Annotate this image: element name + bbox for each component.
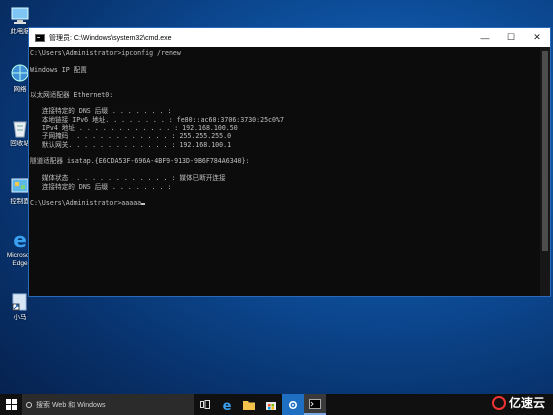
search-placeholder: 搜索 Web 和 Windows <box>36 401 106 409</box>
watermark-text: 亿速云 <box>508 396 545 410</box>
console-prompt-line[interactable]: C:\Users\Administrator>aaaaa <box>30 199 540 207</box>
console-line: 本地链接 IPv6 地址. . . . . . . . : fe80::ac60… <box>30 115 284 124</box>
console-line: 连接特定的 DNS 后缀 . . . . . . . : <box>30 182 172 191</box>
console-line: 隧道适配器 isatap.{E6CDA53F-696A-4BF9-913D-9B… <box>30 157 250 166</box>
text-cursor <box>141 203 146 206</box>
window-title-bar[interactable]: 管理员: C:\Windows\system32\cmd.exe — ☐ ✕ <box>29 28 550 47</box>
console-line: 媒体状态 . . . . . . . . . . . . : 媒体已断开连接 <box>30 174 226 183</box>
cmd-icon[interactable] <box>304 394 326 415</box>
window-title: 管理员: C:\Windows\system32\cmd.exe <box>49 34 172 42</box>
svg-text:e: e <box>13 230 27 250</box>
cmd-window[interactable]: 管理员: C:\Windows\system32\cmd.exe — ☐ ✕ C… <box>28 27 551 297</box>
taskbar: 搜索 Web 和 Windows e 亿速云 <box>0 394 553 415</box>
start-button[interactable] <box>0 394 22 415</box>
console-line: 以太网适配器 Ethernet0: <box>30 90 114 99</box>
settings-icon[interactable] <box>282 394 304 415</box>
maximize-button[interactable]: ☐ <box>498 32 524 43</box>
scrollbar-thumb[interactable] <box>542 51 548 251</box>
watermark-logo: 亿速云 <box>491 394 545 411</box>
cloud-logo-icon <box>491 395 506 410</box>
search-icon <box>26 401 32 408</box>
close-button[interactable]: ✕ <box>524 32 550 43</box>
vertical-scrollbar[interactable] <box>540 47 550 296</box>
edge-icon[interactable]: e <box>216 394 238 415</box>
cmd-icon <box>35 33 45 42</box>
computer-icon <box>9 6 31 26</box>
task-view-icon[interactable] <box>194 394 216 415</box>
svg-text:e: e <box>223 399 232 411</box>
store-icon[interactable] <box>260 394 282 415</box>
file-explorer-icon[interactable] <box>238 394 260 415</box>
console-line: C:\Users\Administrator>ipconfig /renew <box>30 49 181 57</box>
taskbar-search-box[interactable]: 搜索 Web 和 Windows <box>22 394 194 415</box>
console-line: 连接特定的 DNS 后缀 . . . . . . . : <box>30 107 172 116</box>
console-output[interactable]: C:\Users\Administrator>ipconfig /renew W… <box>29 47 540 296</box>
minimize-button[interactable]: — <box>472 33 498 43</box>
console-line: 默认网关. . . . . . . . . . . . . : 192.168.… <box>30 140 232 149</box>
desktop-icon-label: 小马 <box>13 314 27 321</box>
console-prompt-text: C:\Users\Administrator>aaaaa <box>30 199 142 208</box>
console-line: 子网掩码 . . . . . . . . . . . . : 255.255.2… <box>30 132 232 141</box>
windows-logo-icon <box>5 399 17 410</box>
console-line: Windows IP 配置 <box>30 65 87 74</box>
